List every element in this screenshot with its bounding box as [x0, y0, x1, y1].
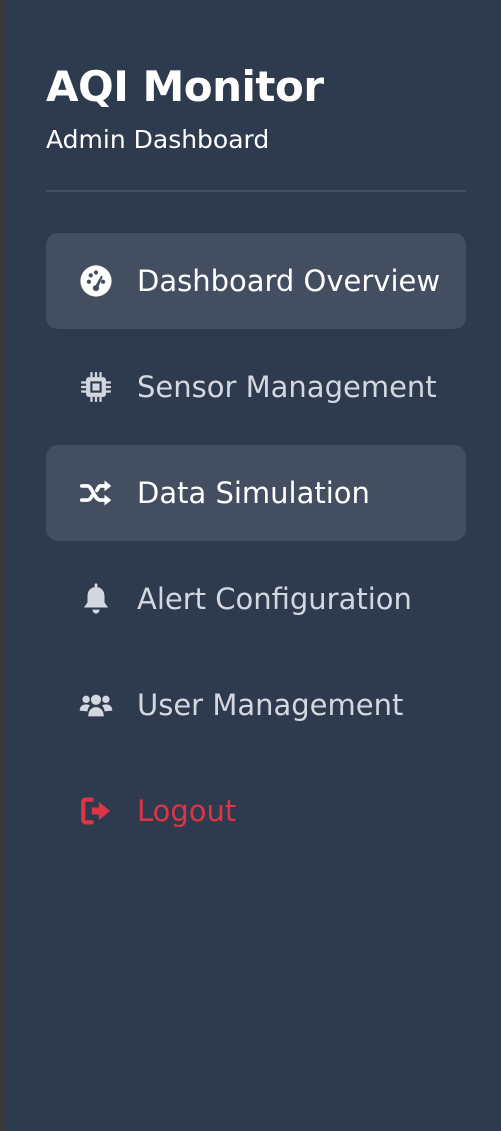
gauge-icon [78, 263, 114, 299]
sidebar-item-label: Alert Configuration [137, 582, 412, 616]
sidebar-item-label: Logout [137, 794, 237, 828]
sidebar: AQI Monitor Admin Dashboard Dashboard Ov… [6, 0, 501, 1131]
sidebar-item-label: Data Simulation [137, 476, 370, 510]
sidebar-item-label: User Management [137, 688, 404, 722]
users-icon [78, 687, 114, 723]
bell-icon [78, 581, 114, 617]
microchip-icon [78, 369, 114, 405]
sidebar-item-logout[interactable]: Logout [46, 763, 466, 859]
sidebar-item-sensor-management[interactable]: Sensor Management [46, 339, 466, 435]
app-title: AQI Monitor [46, 62, 324, 111]
sidebar-item-label: Dashboard Overview [137, 264, 441, 298]
sidebar-item-label: Sensor Management [137, 370, 437, 404]
sidebar-item-dashboard-overview[interactable]: Dashboard Overview [46, 233, 466, 329]
sidebar-divider [46, 190, 466, 192]
logout-icon [78, 793, 114, 829]
sidebar-item-user-management[interactable]: User Management [46, 657, 466, 753]
shuffle-icon [78, 475, 114, 511]
app-subtitle: Admin Dashboard [46, 125, 270, 154]
sidebar-item-alert-configuration[interactable]: Alert Configuration [46, 551, 466, 647]
sidebar-item-data-simulation[interactable]: Data Simulation [46, 445, 466, 541]
